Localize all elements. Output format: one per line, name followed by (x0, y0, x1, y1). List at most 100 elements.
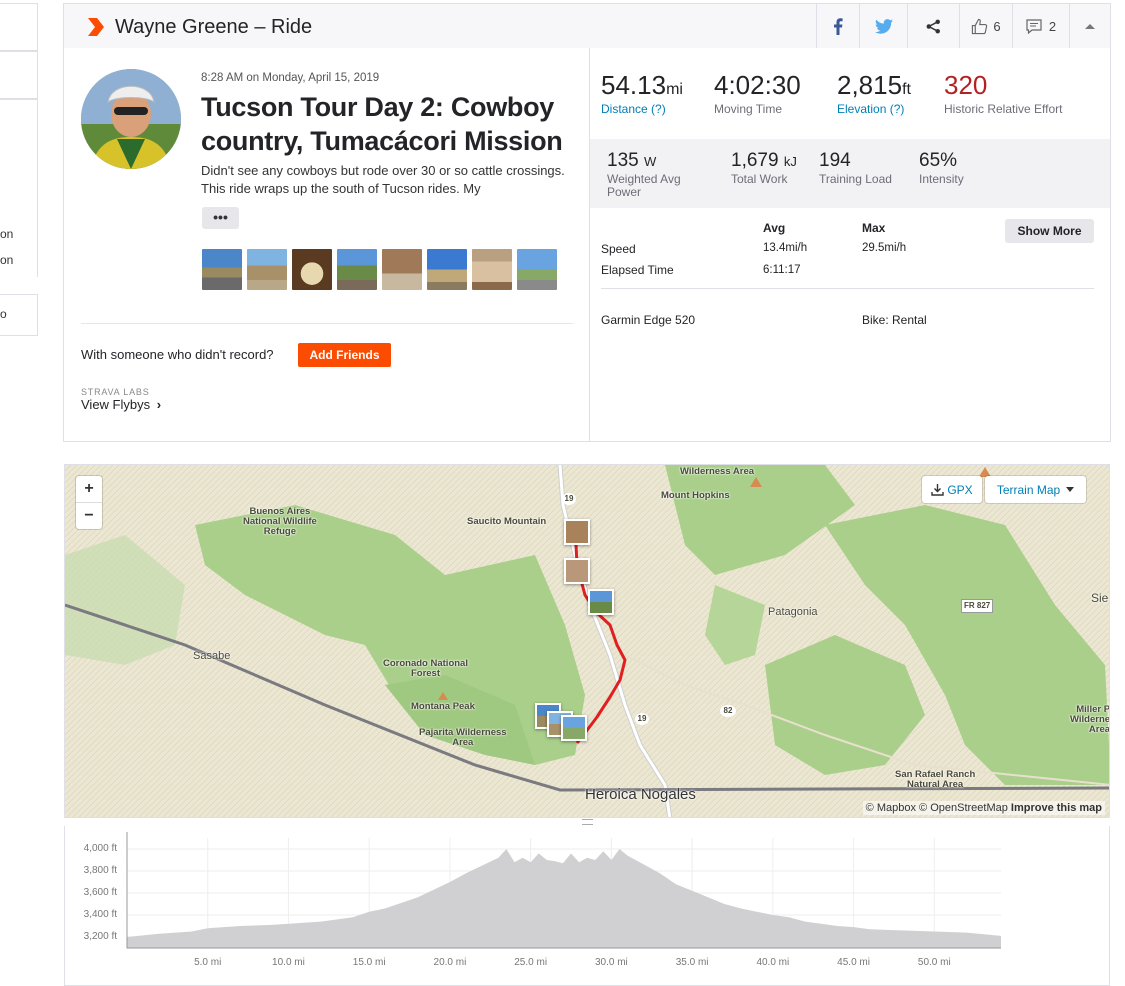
share-button[interactable] (907, 4, 959, 48)
x-tick-label: 30.0 mi (594, 957, 628, 968)
sidebar-snippet: o (0, 307, 7, 321)
elevation-value: 2,815 (837, 70, 903, 100)
chevron-up-icon (1085, 23, 1095, 29)
twitter-share-button[interactable] (859, 4, 907, 48)
thumbs-up-icon (972, 18, 988, 34)
intensity-value: 65% (919, 150, 958, 171)
y-tick-label: 3,800 ft (83, 865, 117, 876)
photo-thumbnail[interactable] (427, 249, 467, 290)
highway-shield: 19 (635, 713, 649, 725)
collapse-button[interactable] (1069, 4, 1110, 48)
sidebar-box[interactable] (0, 99, 38, 277)
secondary-stats: 135 W Weighted Avg Power 1,679 kJ Total … (590, 139, 1110, 208)
map-photo-marker[interactable] (561, 715, 587, 741)
intensity-label: Intensity (919, 172, 964, 186)
activity-header: Wayne Greene – Ride 6 2 (63, 3, 1111, 49)
comments-button[interactable]: 2 (1012, 4, 1069, 48)
sidebar-box[interactable] (0, 3, 38, 51)
stat-intensity[interactable]: 65% Intensity (919, 150, 964, 186)
photo-thumbnail[interactable] (337, 249, 377, 290)
relative-effort-label: Historic Relative Effort (944, 102, 1063, 116)
header-title: Wayne Greene – Ride (115, 16, 313, 38)
x-tick-label: 10.0 mi (272, 957, 305, 968)
work-label: Total Work (731, 172, 788, 186)
map-label: Montana Peak (411, 701, 475, 712)
zoom-out-button[interactable]: − (76, 502, 102, 528)
map-label: San Rafael Ranch Natural Area (895, 769, 976, 790)
gpx-label: GPX (947, 482, 973, 497)
improve-map-link[interactable]: Improve this map (1011, 802, 1102, 814)
sidebar-box[interactable] (0, 51, 38, 99)
photo-thumbnail[interactable] (472, 249, 512, 290)
training-load-label: Training Load (819, 172, 892, 186)
map-label: Miller P Wilderne Area (1070, 704, 1110, 735)
elevation-label[interactable]: Elevation (?) (837, 102, 911, 116)
map-label: Coronado National Forest (383, 658, 468, 679)
ride-icon (88, 18, 104, 36)
x-tick-label: 15.0 mi (352, 957, 386, 968)
mapbox-attribution[interactable]: © Mapbox (866, 802, 916, 814)
speed-max: 29.5mi/h (862, 242, 907, 254)
map-photo-marker[interactable] (588, 589, 614, 615)
map-photo-marker[interactable] (564, 519, 590, 545)
sidebar-snippet: on (0, 227, 14, 241)
photo-thumbnail[interactable] (247, 249, 287, 290)
photo-thumbnail[interactable] (382, 249, 422, 290)
activity-title[interactable]: Tucson Tour Day 2: Cowboy country, Tumac… (201, 90, 581, 158)
osm-attribution[interactable]: © OpenStreetMap (919, 802, 1008, 814)
highway-shield: 19 (562, 493, 576, 505)
map-label: Sie (1091, 591, 1109, 605)
show-description-button[interactable]: ••• (202, 207, 239, 229)
power-value: 135 (607, 150, 639, 171)
distance-label[interactable]: Distance (?) (601, 102, 683, 116)
map-type-select[interactable]: Terrain Map (985, 476, 1086, 503)
stat-training-load[interactable]: 194 Training Load (819, 150, 892, 186)
download-icon (931, 484, 945, 496)
strava-labs-label: STRAVA LABS (81, 387, 150, 397)
photo-thumbnail[interactable] (202, 249, 242, 290)
comment-icon (1026, 18, 1042, 34)
chevron-right-icon: › (156, 397, 162, 412)
stat-power: 135 W Weighted Avg Power (607, 150, 707, 199)
with-someone-text: With someone who didn't record? (81, 347, 274, 362)
map-label: Heroica Nogales (585, 786, 696, 803)
moving-time-value: 4:02:30 (714, 70, 801, 100)
bike-name[interactable]: Bike: Rental (862, 313, 927, 327)
avatar[interactable] (81, 69, 181, 169)
activity-summary: 8:28 AM on Monday, April 15, 2019 Tucson… (63, 48, 1111, 442)
stat-work: 1,679 kJ Total Work (731, 150, 797, 186)
activity-datetime: 8:28 AM on Monday, April 15, 2019 (201, 72, 380, 84)
stat-relative-effort[interactable]: 320 Historic Relative Effort (944, 70, 1064, 116)
view-flybys-link[interactable]: View Flybys › (81, 397, 161, 412)
add-friends-button[interactable]: Add Friends (298, 343, 391, 367)
map-label: Mount Hopkins (661, 490, 730, 501)
resize-handle[interactable] (582, 819, 593, 825)
kudos-button[interactable]: 6 (959, 4, 1012, 48)
gpx-download-button[interactable]: GPX (922, 476, 982, 503)
elevation-area[interactable] (127, 849, 1001, 948)
y-tick-label: 4,000 ft (83, 843, 117, 854)
training-load-value: 194 (819, 150, 851, 171)
elevation-profile[interactable]: 4,000 ft 3,800 ft 3,600 ft 3,400 ft 3,200 ft… (64, 826, 1110, 986)
stat-distance: 54.13mi Distance (?) (601, 70, 683, 116)
x-tick-label: 35.0 mi (675, 957, 709, 968)
twitter-icon (874, 18, 893, 34)
elapsed-time-label: Elapsed Time (601, 263, 674, 277)
sidebar-snippet: on (0, 253, 14, 267)
photo-thumbnail[interactable] (292, 249, 332, 290)
show-more-button[interactable]: Show More (1005, 219, 1094, 243)
map-photo-marker[interactable] (564, 558, 590, 584)
route-map[interactable]: Wilderness Area Mount Hopkins Buenos Air… (64, 464, 1110, 818)
speed-label: Speed (601, 242, 636, 256)
zoom-in-button[interactable]: + (76, 476, 102, 502)
map-label: Sasabe (193, 650, 231, 662)
photo-strip (202, 249, 557, 290)
map-label: Saucito Mountain (467, 516, 547, 527)
y-tick-label: 3,200 ft (83, 931, 117, 942)
device-name: Garmin Edge 520 (601, 313, 696, 327)
elapsed-time-avg: 6:11:17 (763, 264, 801, 276)
facebook-share-button[interactable] (816, 4, 859, 48)
x-tick-label: 20.0 mi (433, 957, 467, 968)
photo-thumbnail[interactable] (517, 249, 557, 290)
elevation-unit: ft (902, 81, 911, 98)
